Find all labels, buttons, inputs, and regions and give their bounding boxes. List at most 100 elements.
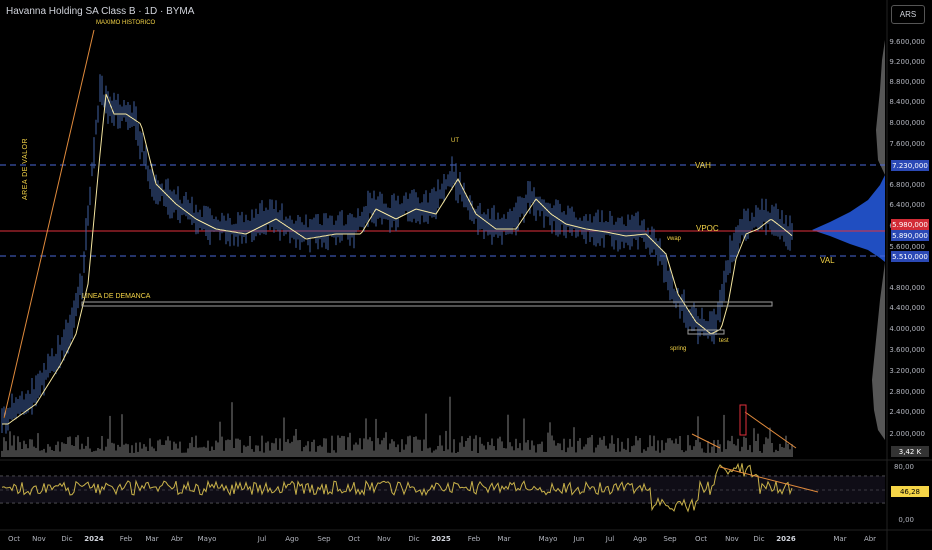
volume-bar: [173, 441, 175, 457]
volume-bar: [507, 414, 509, 457]
volume-bar: [585, 444, 587, 457]
volume-bar: [627, 438, 629, 457]
volume-bar: [643, 449, 645, 457]
volume-bar: [395, 447, 397, 457]
volume-bar: [325, 438, 327, 457]
volume-bar: [563, 438, 565, 457]
volume-bar: [217, 442, 219, 457]
volume-bar: [503, 448, 505, 457]
volume-bar: [483, 445, 485, 457]
volume-bar: [527, 440, 529, 457]
volume-bar: [737, 438, 739, 457]
volume-bar: [333, 450, 335, 457]
volume-bar: [713, 440, 715, 457]
time-axis-label: Nov: [725, 535, 739, 543]
volume-bar: [51, 450, 53, 457]
time-axis-label: Dic: [408, 535, 420, 543]
volume-bar: [49, 446, 51, 457]
volume-bar: [477, 453, 479, 457]
volume-bar: [589, 437, 591, 457]
currency-button[interactable]: ARS: [891, 5, 925, 24]
volume-bar: [109, 415, 111, 457]
volume-bar: [525, 442, 527, 457]
volume-bar: [323, 438, 325, 457]
volume-bar: [409, 435, 411, 457]
volume-bar: [251, 449, 253, 457]
volume-bar: [717, 439, 719, 457]
volume-bar: [235, 438, 237, 457]
volume-bar: [335, 452, 337, 457]
volume-bar: [159, 439, 161, 457]
price-axis-label: 9.600,000: [889, 38, 925, 46]
price-chart[interactable]: [0, 0, 932, 550]
volume-bar: [431, 452, 433, 457]
volume-bar: [273, 443, 275, 457]
volume-bar: [219, 421, 221, 457]
volume-bar: [17, 436, 19, 457]
volume-bar: [439, 435, 441, 457]
volume-bar: [33, 446, 35, 457]
volume-bar: [491, 438, 493, 457]
volume-bar: [783, 447, 785, 457]
volume-bar: [641, 452, 643, 457]
volume-bar: [121, 414, 123, 457]
volume-bar: [321, 446, 323, 457]
price-tag-val: 5.510,000: [891, 251, 929, 262]
volume-bar: [447, 449, 449, 457]
volume-bar: [179, 441, 181, 457]
volume-bar: [129, 452, 131, 457]
volume-bar: [639, 438, 641, 457]
price-axis-label: 3.200,000: [889, 367, 925, 375]
volume-bar: [761, 452, 763, 457]
volume-bar: [67, 437, 69, 457]
time-axis-label: Oct: [7, 535, 21, 543]
volume-bar: [139, 442, 141, 457]
volume-bar: [529, 449, 531, 457]
volume-bar: [263, 452, 265, 457]
volume-bar: [433, 450, 435, 457]
volume-bar: [573, 427, 575, 457]
volume-bar: [547, 432, 549, 457]
time-axis-label: Mar: [497, 535, 511, 543]
volume-bar: [481, 443, 483, 457]
volume-bar: [411, 452, 413, 457]
volume-bar: [241, 452, 243, 457]
volume-bar: [509, 442, 511, 457]
volume-bar: [337, 435, 339, 457]
volume-bar: [91, 451, 93, 457]
volume-bar: [177, 448, 179, 457]
volume-bar: [319, 445, 321, 457]
volume-bar: [773, 452, 775, 457]
volume-bar: [443, 451, 445, 457]
volume-bar: [107, 438, 109, 457]
volume-bar: [93, 451, 95, 457]
volume-bar: [701, 448, 703, 457]
volume-bar: [97, 448, 99, 457]
volume-bar: [727, 440, 729, 457]
volume-bar: [83, 448, 85, 457]
volume-bar: [397, 444, 399, 457]
price-axis-label: 6.800,000: [889, 181, 925, 189]
volume-bar: [449, 396, 451, 457]
volume-bar: [225, 440, 227, 457]
volume-bar: [657, 440, 659, 457]
volume-bar: [465, 441, 467, 457]
volume-bar: [663, 450, 665, 457]
rsi-value-tag: 46,28: [891, 486, 929, 497]
volume-bar: [141, 448, 143, 457]
volume-bar: [143, 444, 145, 457]
price-axis-label: 6.400,000: [889, 201, 925, 209]
volume-bar: [757, 433, 759, 457]
volume-bar: [745, 437, 747, 457]
volume-bar: [307, 441, 309, 457]
volume-bar: [723, 414, 725, 457]
volume-bar: [533, 445, 535, 457]
volume-bar: [193, 447, 195, 457]
volume-bar: [683, 452, 685, 457]
volume-bars: [1, 396, 793, 457]
volume-bar: [669, 438, 671, 457]
volume-bar: [511, 446, 513, 457]
volume-bar: [135, 442, 137, 457]
volume-bar: [249, 436, 251, 457]
time-axis-label: Dic: [61, 535, 73, 543]
